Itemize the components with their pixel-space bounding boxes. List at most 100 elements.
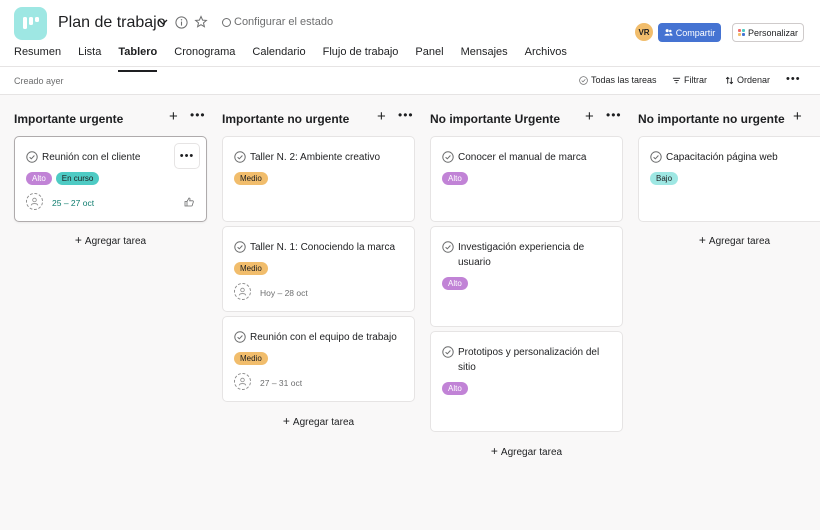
tab-lista[interactable]: Lista — [78, 46, 101, 68]
like-icon[interactable] — [184, 197, 194, 207]
more-icon[interactable]: ••• — [190, 108, 206, 122]
all-tasks-label: Todas las tareas — [591, 75, 657, 85]
check-circle-icon[interactable] — [234, 241, 246, 253]
check-circle-icon[interactable] — [442, 241, 454, 253]
check-circle-icon[interactable] — [234, 331, 246, 343]
check-circle-icon — [579, 76, 588, 85]
column-title: Importante urgente — [14, 112, 124, 126]
add-task-button[interactable]: + Agregar tarea — [638, 233, 820, 247]
tab-archivos[interactable]: Archivos — [525, 46, 567, 68]
check-circle-icon[interactable] — [650, 151, 662, 163]
plus-icon: + — [74, 233, 82, 247]
task-title: Capacitación página web — [650, 150, 819, 165]
plus-icon[interactable]: + — [169, 108, 178, 125]
more-icon[interactable]: ••• — [786, 73, 801, 85]
user-icon — [30, 197, 39, 206]
tag-group: Alto — [442, 277, 468, 290]
due-date[interactable]: 25 – 27 oct — [52, 198, 94, 208]
tab-mensajes[interactable]: Mensajes — [461, 46, 508, 68]
assignee-button[interactable] — [234, 373, 251, 390]
task-title-text: Reunión con el cliente — [42, 152, 141, 163]
column-title: No importante Urgente — [430, 112, 561, 126]
created-label: Creado ayer — [14, 76, 64, 86]
all-tasks-button[interactable]: Todas las tareas — [579, 75, 657, 85]
tab-divider — [0, 66, 820, 67]
task-title-text: Reunión con el equipo de trabajo — [250, 332, 397, 343]
check-circle-icon[interactable] — [234, 151, 246, 163]
due-date[interactable]: Hoy – 28 oct — [260, 288, 308, 298]
task-title: Investigación experiencia de usuario — [442, 240, 611, 270]
add-task-label: Agregar tarea — [708, 236, 771, 247]
tag-group: Alto En curso — [26, 172, 100, 185]
customize-button[interactable]: Personalizar — [732, 23, 804, 42]
people-icon — [664, 29, 673, 36]
board-logo-icon — [22, 16, 39, 29]
tab-resumen[interactable]: Resumen — [14, 46, 61, 68]
tag-group: Medio — [234, 352, 268, 365]
star-icon[interactable] — [194, 15, 208, 29]
filter-button[interactable]: Filtrar — [672, 75, 707, 85]
assignee-button[interactable] — [234, 283, 251, 300]
column-title: Importante no urgente — [222, 112, 350, 126]
tab-calendario[interactable]: Calendario — [252, 46, 305, 68]
due-date[interactable]: 27 – 31 oct — [260, 378, 302, 388]
task-card[interactable]: Conocer el manual de marca Alto — [430, 136, 623, 222]
info-icon[interactable] — [175, 16, 188, 29]
add-task-button[interactable]: + Agregar tarea — [430, 444, 623, 458]
filter-icon — [672, 77, 681, 83]
tab-panel[interactable]: Panel — [415, 46, 443, 68]
card-more-button[interactable]: ••• — [174, 143, 200, 169]
priority-tag: Alto — [442, 277, 468, 290]
plus-icon[interactable]: + — [377, 108, 386, 125]
add-task-label: Agregar tarea — [292, 417, 355, 428]
task-title-text: Taller N. 2: Ambiente creativo — [250, 152, 381, 163]
tab-cronograma[interactable]: Cronograma — [174, 46, 235, 68]
filter-label: Filtrar — [684, 75, 707, 85]
tab-flujo-de-trabajo[interactable]: Flujo de trabajo — [323, 46, 399, 68]
project-logo[interactable] — [14, 7, 47, 40]
task-card[interactable]: Reunión con el cliente ••• Alto En curso… — [14, 136, 207, 222]
add-task-label: Agregar tarea — [500, 447, 563, 458]
task-card[interactable]: Capacitación página web Bajo — [638, 136, 820, 222]
task-card[interactable]: Investigación experiencia de usuario Alt… — [430, 226, 623, 327]
add-task-label: Agregar tarea — [84, 236, 147, 247]
plus-icon: + — [698, 233, 706, 247]
customize-button-label: Personalizar — [747, 27, 799, 38]
check-circle-icon[interactable] — [26, 151, 38, 163]
task-card[interactable]: Taller N. 1: Conociendo la marca Medio H… — [222, 226, 415, 312]
priority-tag: Alto — [442, 382, 468, 395]
priority-tag: Medio — [234, 262, 268, 275]
tag-group: Alto — [442, 172, 468, 185]
priority-tag: Medio — [234, 352, 268, 365]
column-title: No importante no urgente — [638, 112, 785, 126]
tab-tablero[interactable]: Tablero — [118, 46, 157, 72]
check-circle-icon[interactable] — [442, 346, 454, 358]
plus-icon[interactable]: + — [585, 108, 594, 125]
task-title: Conocer el manual de marca — [442, 150, 611, 165]
task-title-text: Prototipos y personalización del sitio — [458, 347, 600, 373]
tag-group: Medio — [234, 172, 268, 185]
assignee-button[interactable] — [26, 193, 43, 210]
more-icon[interactable]: ••• — [398, 108, 414, 122]
task-title: Reunión con el cliente — [26, 150, 195, 165]
sort-button[interactable]: Ordenar — [725, 75, 770, 85]
more-icon[interactable]: ••• — [606, 108, 622, 122]
tag-group: Alto — [442, 382, 468, 395]
task-card[interactable]: Reunión con el equipo de trabajo Medio 2… — [222, 316, 415, 402]
project-title[interactable]: Plan de trabajo — [58, 14, 166, 32]
task-card[interactable]: Taller N. 2: Ambiente creativo Medio — [222, 136, 415, 222]
status-circle-icon — [222, 18, 231, 27]
check-circle-icon[interactable] — [442, 151, 454, 163]
task-card[interactable]: Prototipos y personalización del sitio A… — [430, 331, 623, 432]
set-status-button[interactable]: Configurar el estado — [234, 16, 333, 28]
tag-group: Bajo — [650, 172, 679, 185]
sort-label: Ordenar — [737, 75, 771, 85]
task-title: Taller N. 2: Ambiente creativo — [234, 150, 403, 165]
plus-icon[interactable]: + — [793, 108, 802, 125]
add-task-button[interactable]: + Agregar tarea — [14, 233, 207, 247]
chevron-down-icon[interactable] — [156, 15, 170, 29]
add-task-button[interactable]: + Agregar tarea — [222, 414, 415, 428]
share-button[interactable]: Compartir — [658, 23, 721, 42]
avatar[interactable]: VR — [635, 23, 653, 41]
sort-icon — [725, 76, 734, 84]
